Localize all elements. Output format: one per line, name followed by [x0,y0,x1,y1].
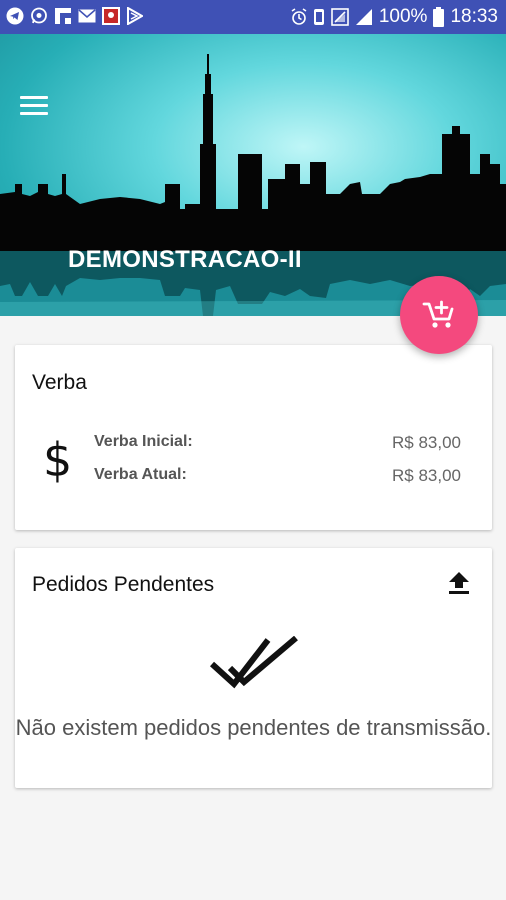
battery-percent: 100% [378,6,428,27]
add-to-cart-button[interactable] [400,276,478,354]
notification-icons [6,7,144,25]
system-status: 100% 18:33 [291,0,498,34]
battery-icon [433,7,445,27]
no-sim-icon [331,8,349,26]
add-to-cart-icon [422,300,454,328]
vibrate-icon [313,8,325,26]
play-icon [126,7,144,25]
initial-budget-label: Verba Inicial: [94,433,193,450]
upload-icon[interactable] [447,570,471,596]
navigation-header: DEMONSTRACAO-II [0,34,506,316]
pending-orders-card: Pedidos Pendentes Não existem pedidos pe… [15,548,492,788]
current-budget-label: Verba Atual: [94,466,187,483]
mail-icon [78,7,96,25]
double-check-icon [209,635,300,696]
flipboard-icon [54,7,72,25]
budget-card: Verba $ Verba Inicial: R$ 83,00 Verba At… [15,345,492,530]
alarm-icon [291,8,307,26]
empty-state-message: Não existem pedidos pendentes de transmi… [15,715,492,740]
clock-time: 18:33 [450,6,498,27]
whatsapp-icon [30,7,48,25]
current-budget-value: R$ 83,00 [392,466,461,485]
pending-orders-title: Pedidos Pendentes [32,573,215,596]
dollar-icon: $ [43,433,73,487]
signal-icon [355,8,373,26]
app-badge-icon [102,7,120,25]
budget-title: Verba [32,371,87,394]
status-bar: 100% 18:33 [0,0,506,34]
account-name: DEMONSTRACAO-II [68,246,302,273]
telegram-icon [6,7,24,25]
hamburger-menu-icon[interactable] [20,96,48,118]
initial-budget-value: R$ 83,00 [392,433,461,452]
